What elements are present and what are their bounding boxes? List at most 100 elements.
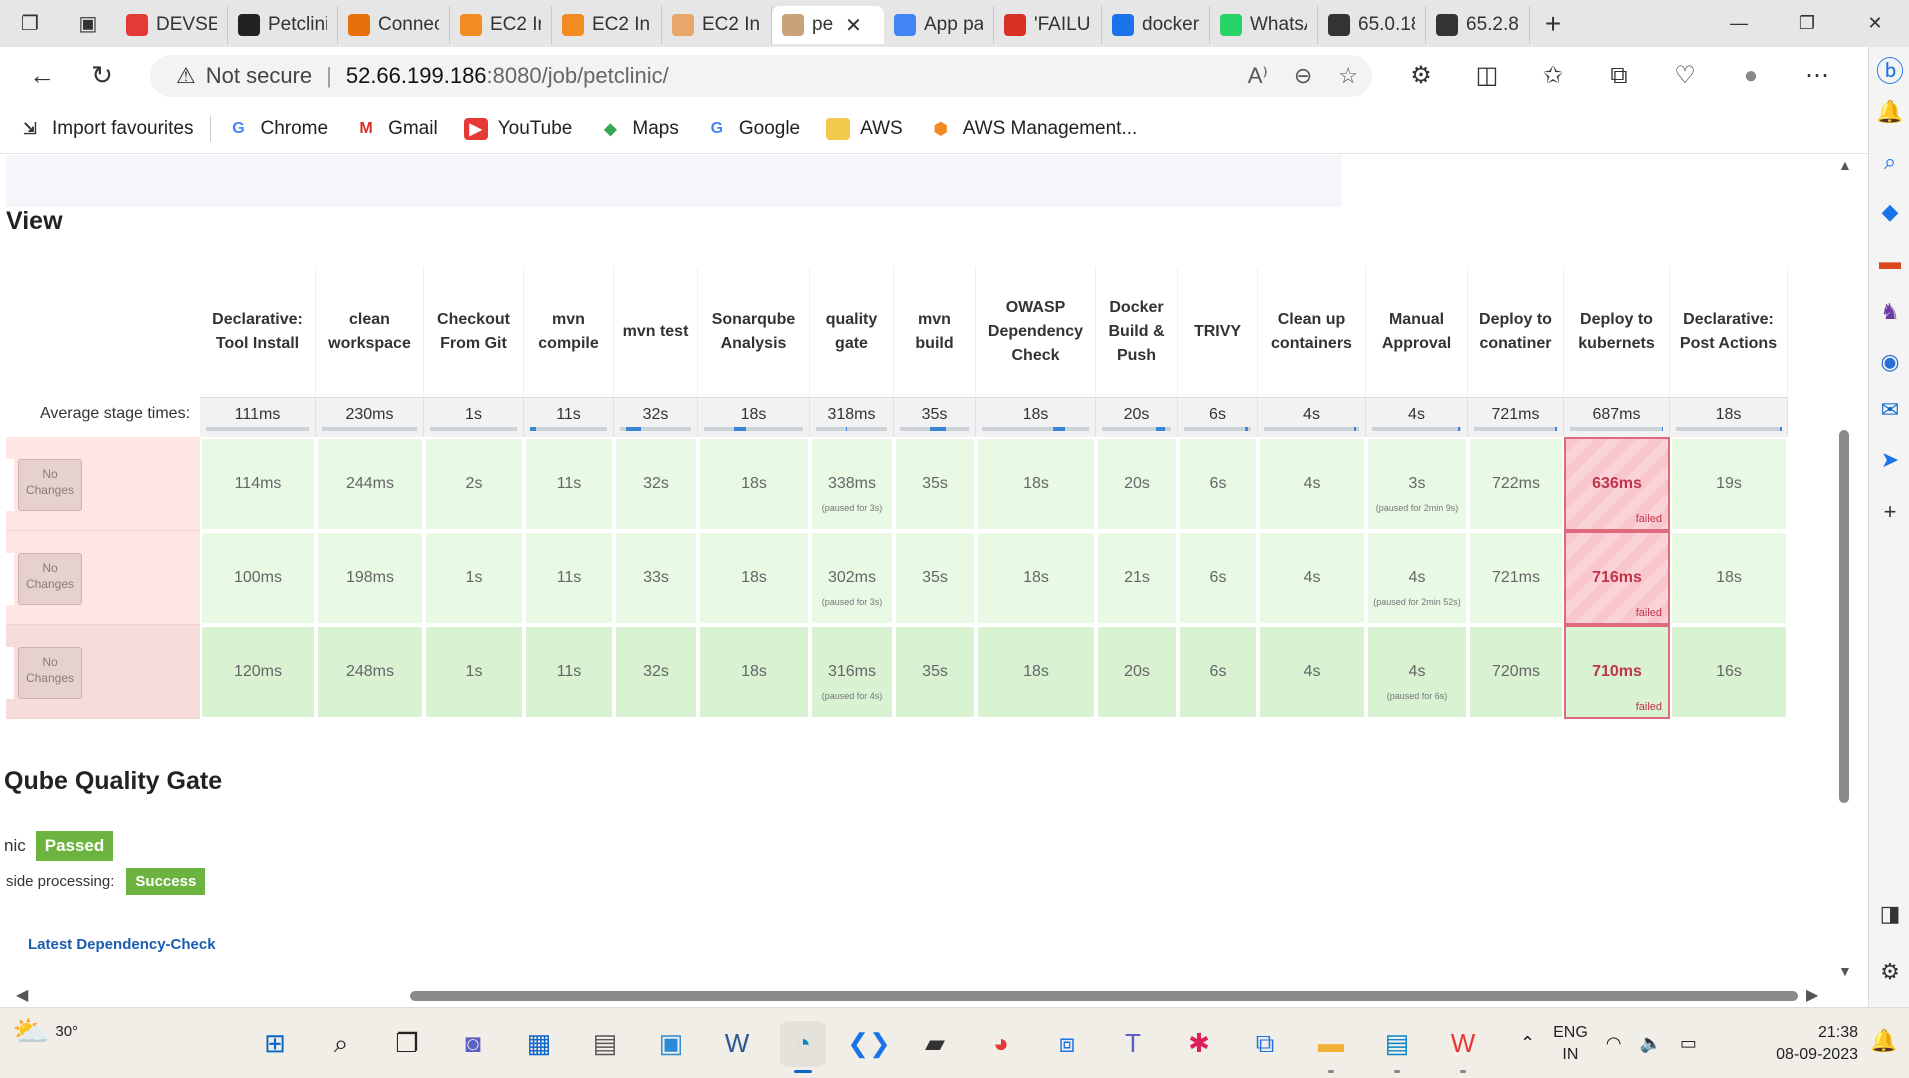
language-indicator[interactable]: ENG IN <box>1553 1022 1588 1066</box>
notification-icon[interactable]: 🔔 <box>1870 1028 1897 1054</box>
weather-widget[interactable]: ⛅ 30° <box>12 1014 78 1049</box>
search-icon[interactable]: ⌕ <box>318 1021 364 1067</box>
stage-cell[interactable]: 1s <box>424 625 524 719</box>
stage-cell[interactable]: 11s <box>524 531 614 625</box>
browser-tab[interactable]: EC2 Ins <box>552 6 662 44</box>
browser-tab[interactable]: pe ✕ <box>772 6 884 44</box>
back-icon[interactable]: ← <box>12 47 72 104</box>
chrome-icon[interactable]: ◕ <box>978 1021 1024 1067</box>
dependency-check-link[interactable]: Latest Dependency-Check <box>28 936 216 953</box>
slack-icon[interactable]: ✱ <box>1176 1021 1222 1067</box>
stage-cell[interactable]: 21s <box>1096 531 1178 625</box>
stage-cell[interactable]: 35s <box>894 531 976 625</box>
vscode-icon[interactable]: ❮❯ <box>846 1021 892 1067</box>
horizontal-scroll-thumb[interactable] <box>410 991 1798 1001</box>
favorite-item[interactable]: ⇲ Import favourites <box>18 117 194 140</box>
games-icon[interactable]: ♞ <box>1875 297 1905 327</box>
favorites-icon[interactable]: ✩ <box>1520 61 1586 90</box>
stage-cell[interactable]: 18s <box>976 531 1096 625</box>
favorite-item[interactable]: G Chrome <box>226 117 328 140</box>
terminal-icon[interactable]: ▰ <box>912 1021 958 1067</box>
settings-icon[interactable]: ⚙ <box>1875 957 1905 987</box>
stage-cell[interactable]: 4s (paused for 6s) <box>1366 625 1468 719</box>
stage-cell-failed[interactable]: 716ms failed <box>1564 531 1670 625</box>
profile-avatar[interactable]: ● <box>1718 62 1784 90</box>
browser-tab[interactable]: docker <box>1102 6 1210 44</box>
stage-cell[interactable]: 18s <box>698 531 810 625</box>
extensions-icon[interactable]: ⚙ <box>1388 61 1454 90</box>
stage-cell[interactable]: 244ms <box>316 437 424 531</box>
stage-cell[interactable]: 198ms <box>316 531 424 625</box>
stage-cell[interactable]: 6s <box>1178 531 1258 625</box>
stage-cell[interactable]: 18s <box>976 437 1096 531</box>
collections-icon[interactable]: ⧉ <box>1586 62 1652 90</box>
teams-icon[interactable]: T <box>1110 1021 1156 1067</box>
stage-cell[interactable]: 722ms <box>1468 437 1564 531</box>
favorite-star-icon[interactable]: ☆ <box>1338 63 1358 89</box>
stage-cell[interactable]: 2s <box>424 437 524 531</box>
scroll-left-icon[interactable]: ◀ <box>16 985 28 1005</box>
stage-cell[interactable]: 248ms <box>316 625 424 719</box>
stage-cell[interactable]: 16s <box>1670 625 1788 719</box>
network-icon[interactable]: ⧉ <box>1242 1021 1288 1067</box>
shopping-icon[interactable]: ◆ <box>1875 197 1905 227</box>
stage-cell[interactable]: 120ms <box>200 625 316 719</box>
stage-cell[interactable]: 3s (paused for 2min 9s) <box>1366 437 1468 531</box>
stage-cell[interactable]: 35s <box>894 625 976 719</box>
stage-cell[interactable]: 35s <box>894 437 976 531</box>
close-tab-icon[interactable]: ✕ <box>845 13 862 38</box>
browser-tab[interactable]: WhatsA <box>1210 6 1318 44</box>
stage-cell[interactable]: 4s <box>1258 437 1366 531</box>
vertical-scroll-thumb[interactable] <box>1839 430 1849 803</box>
favorite-item[interactable]: ◆ Maps <box>598 117 679 140</box>
office-icon[interactable]: ◉ <box>1875 347 1905 377</box>
task-view-icon[interactable]: ❐ <box>384 1021 430 1067</box>
favorite-item[interactable]: ⬢ AWS Management... <box>928 117 1137 140</box>
browser-tab[interactable]: Connec <box>338 6 450 44</box>
store-icon[interactable]: ▦ <box>516 1021 562 1067</box>
sidebar-toggle-icon[interactable]: ◨ <box>1875 899 1905 929</box>
read-aloud-icon[interactable]: A⁾ <box>1248 63 1268 89</box>
stage-cell[interactable]: 302ms (paused for 3s) <box>810 531 894 625</box>
browser-tab[interactable]: App pa <box>884 6 994 44</box>
stage-cell[interactable]: 18s <box>1670 531 1788 625</box>
stage-cell[interactable]: 316ms (paused for 4s) <box>810 625 894 719</box>
build-info-cell[interactable]: No Changes <box>6 531 200 625</box>
stage-cell[interactable]: 100ms <box>200 531 316 625</box>
file-explorer-icon[interactable]: ▬ <box>1308 1021 1354 1073</box>
tab-actions-icon[interactable]: ▣ <box>60 0 116 47</box>
new-tab-button[interactable]: + <box>1530 0 1576 47</box>
stage-cell[interactable]: 20s <box>1096 437 1178 531</box>
close-window-icon[interactable]: ✕ <box>1841 0 1909 47</box>
edge-icon[interactable]: ◔ <box>780 1020 826 1073</box>
build-info-cell[interactable]: No Changes <box>6 625 200 719</box>
volume-icon[interactable]: 🔈 <box>1639 1033 1661 1054</box>
stage-cell[interactable]: 114ms <box>200 437 316 531</box>
scroll-up-icon[interactable]: ▲ <box>1838 157 1852 173</box>
browser-tab[interactable]: Petclini <box>228 6 338 44</box>
stage-cell[interactable]: 4s <box>1258 531 1366 625</box>
more-menu-icon[interactable]: ⋯ <box>1784 61 1850 90</box>
copilot-icon[interactable]: ⓑ <box>1875 55 1905 87</box>
drop-icon[interactable]: ➤ <box>1875 445 1905 475</box>
favorite-item[interactable]: M Gmail <box>354 117 438 140</box>
stage-cell[interactable]: 11s <box>524 437 614 531</box>
stage-cell[interactable]: 18s <box>698 625 810 719</box>
stage-cell[interactable]: 11s <box>524 625 614 719</box>
vertical-scrollbar[interactable]: ▲ ▼ <box>1834 155 1856 983</box>
restore-icon[interactable]: ❐ <box>1773 0 1841 47</box>
stage-cell[interactable]: 32s <box>614 437 698 531</box>
photos-icon[interactable]: ▣ <box>648 1021 694 1067</box>
browser-tab[interactable]: 'FAILUF <box>994 6 1102 44</box>
wifi-icon[interactable]: ◠ <box>1606 1033 1622 1054</box>
workspaces-icon[interactable]: ❐ <box>0 0 60 47</box>
search-icon[interactable]: ⌕ <box>1875 147 1905 177</box>
stage-cell[interactable]: 20s <box>1096 625 1178 719</box>
calculator-icon[interactable]: ▤ <box>582 1021 628 1067</box>
stage-cell-failed[interactable]: 636ms failed <box>1564 437 1670 531</box>
wps-icon[interactable]: W <box>1440 1021 1486 1073</box>
chevron-up-icon[interactable]: ⌃ <box>1520 1033 1535 1054</box>
browser-tab[interactable]: EC2 Ins <box>662 6 772 44</box>
stage-cell[interactable]: 6s <box>1178 625 1258 719</box>
battery-icon[interactable]: ▭ <box>1680 1033 1697 1054</box>
